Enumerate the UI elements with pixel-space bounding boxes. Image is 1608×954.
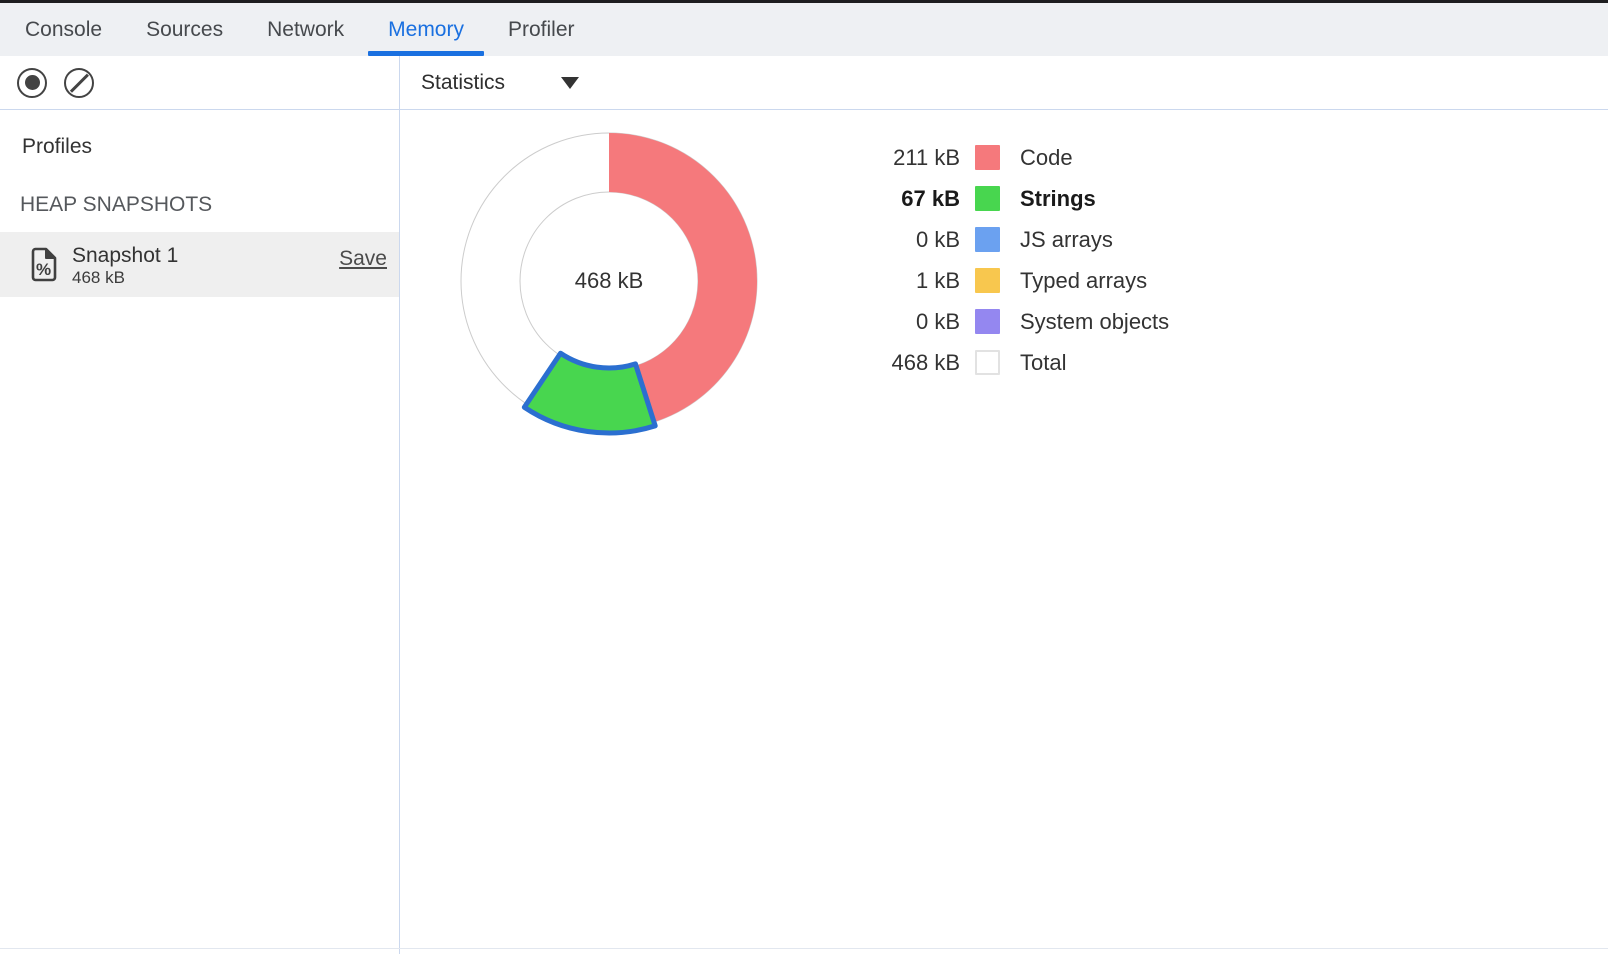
pane-bottom-border — [0, 948, 1608, 949]
snapshot-size: 468 kB — [72, 268, 178, 287]
statistics-view: 468 kB 211 kB Code 67 kB Strings 0 kB JS arra… — [400, 110, 1608, 954]
record-icon-dot — [25, 75, 40, 90]
toolbar-view-section: Statistics — [400, 56, 1608, 109]
profiles-sidebar: Profiles HEAP SNAPSHOTS % Snapshot 1 468… — [0, 110, 400, 954]
tab-network[interactable]: Network — [247, 3, 364, 56]
legend-value: 0 kB — [860, 227, 960, 253]
snapshot-list-item[interactable]: % Snapshot 1 468 kB Save — [0, 232, 399, 297]
devtools-tabbar: Console Sources Network Memory Profiler — [0, 3, 1608, 56]
svg-text:%: % — [36, 260, 51, 279]
tab-sources[interactable]: Sources — [126, 3, 243, 56]
legend-label: Total — [1020, 350, 1066, 376]
legend-swatch-code — [975, 145, 1000, 170]
perspective-select-label: Statistics — [421, 71, 505, 95]
legend-row-js-arrays[interactable]: 0 kB JS arrays — [860, 219, 1169, 260]
heap-snapshots-section-title: HEAP SNAPSHOTS — [20, 193, 399, 217]
legend-value: 1 kB — [860, 268, 960, 294]
legend-row-typed-arrays[interactable]: 1 kB Typed arrays — [860, 260, 1169, 301]
snapshot-text: Snapshot 1 468 kB — [72, 243, 178, 287]
save-snapshot-link[interactable]: Save — [339, 247, 387, 271]
tab-memory[interactable]: Memory — [368, 3, 484, 56]
legend-swatch-typed-arrays — [975, 268, 1000, 293]
legend-value: 67 kB — [860, 186, 960, 212]
legend-label: Strings — [1020, 186, 1096, 212]
snapshot-title: Snapshot 1 — [72, 243, 178, 268]
legend-row-strings[interactable]: 67 kB Strings — [860, 178, 1169, 219]
clear-profiles-button[interactable] — [64, 68, 94, 98]
legend-label: Typed arrays — [1020, 268, 1147, 294]
pie-slice-strings[interactable] — [524, 353, 655, 433]
legend-value: 468 kB — [860, 350, 960, 376]
donut-center-total-label: 468 kB — [575, 268, 644, 294]
legend-row-code[interactable]: 211 kB Code — [860, 137, 1169, 178]
heap-snapshot-file-icon: % — [30, 247, 57, 282]
legend-label: Code — [1020, 145, 1073, 171]
record-heap-snapshot-button[interactable] — [17, 68, 47, 98]
toolbar-profile-controls — [0, 56, 400, 109]
legend-value: 211 kB — [860, 145, 960, 171]
legend-swatch-js-arrays — [975, 227, 1000, 252]
legend-label: System objects — [1020, 309, 1169, 335]
legend-label: JS arrays — [1020, 227, 1113, 253]
legend-swatch-total — [975, 350, 1000, 375]
perspective-select[interactable]: Statistics — [421, 71, 579, 95]
legend-row-system-objects[interactable]: 0 kB System objects — [860, 301, 1169, 342]
legend-value: 0 kB — [860, 309, 960, 335]
tab-profiler[interactable]: Profiler — [488, 3, 595, 56]
legend-row-total[interactable]: 468 kB Total — [860, 342, 1169, 383]
legend-swatch-strings — [975, 186, 1000, 211]
tab-console[interactable]: Console — [5, 3, 122, 56]
chevron-down-icon — [561, 77, 579, 89]
memory-toolbar: Statistics — [0, 56, 1608, 110]
sidebar-panel-title: Profiles — [22, 135, 399, 159]
legend-swatch-system-objects — [975, 309, 1000, 334]
chart-legend: 211 kB Code 67 kB Strings 0 kB JS arrays 1 kB T… — [860, 137, 1169, 383]
